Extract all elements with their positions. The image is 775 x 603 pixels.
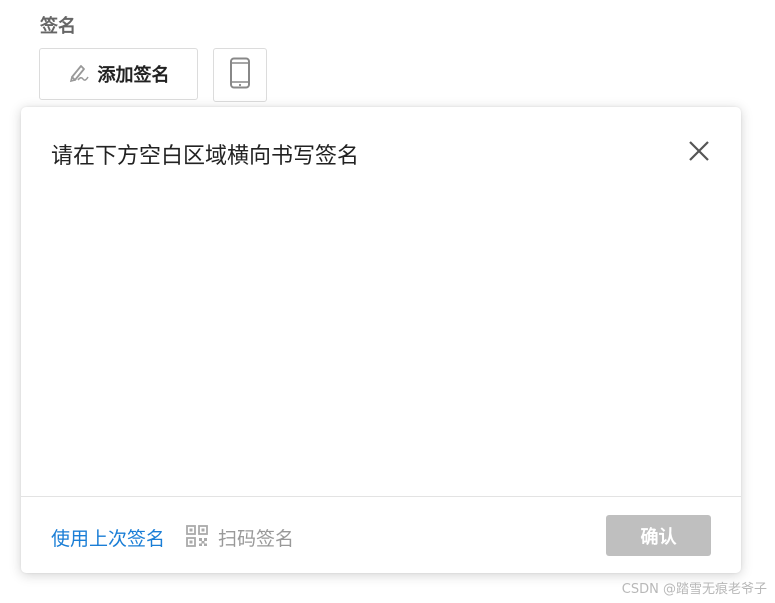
- dialog-footer: 使用上次签名 扫码签名 确认: [21, 496, 741, 573]
- scan-signature-label: 扫码签名: [218, 528, 295, 550]
- watermark: CSDN @踏雪无痕老爷子: [621, 582, 767, 597]
- add-signature-label: 添加签名: [97, 65, 170, 86]
- scan-signature-button[interactable]: 扫码签名: [186, 524, 294, 551]
- qr-code-icon: [186, 524, 208, 551]
- add-signature-button[interactable]: 添加签名: [39, 48, 198, 100]
- dialog-title: 请在下方空白区域横向书写签名: [51, 144, 360, 169]
- signature-field-label: 签名: [40, 16, 76, 37]
- mobile-sign-button[interactable]: [213, 48, 267, 102]
- signature-dialog: 请在下方空白区域横向书写签名 使用上次签名 扫码签名 确认: [21, 107, 741, 573]
- signature-button-row: 添加签名: [39, 48, 267, 102]
- close-icon[interactable]: [687, 139, 711, 163]
- signature-canvas[interactable]: [21, 187, 741, 496]
- confirm-button[interactable]: 确认: [606, 515, 711, 556]
- pen-icon: [68, 61, 90, 87]
- use-last-signature-link[interactable]: 使用上次签名: [51, 524, 165, 551]
- mobile-phone-icon: [229, 57, 251, 93]
- page: 签名 添加签名 请在下方空白区域横向书写签名 使用上次签名 扫码签名 确认 CS…: [0, 0, 775, 603]
